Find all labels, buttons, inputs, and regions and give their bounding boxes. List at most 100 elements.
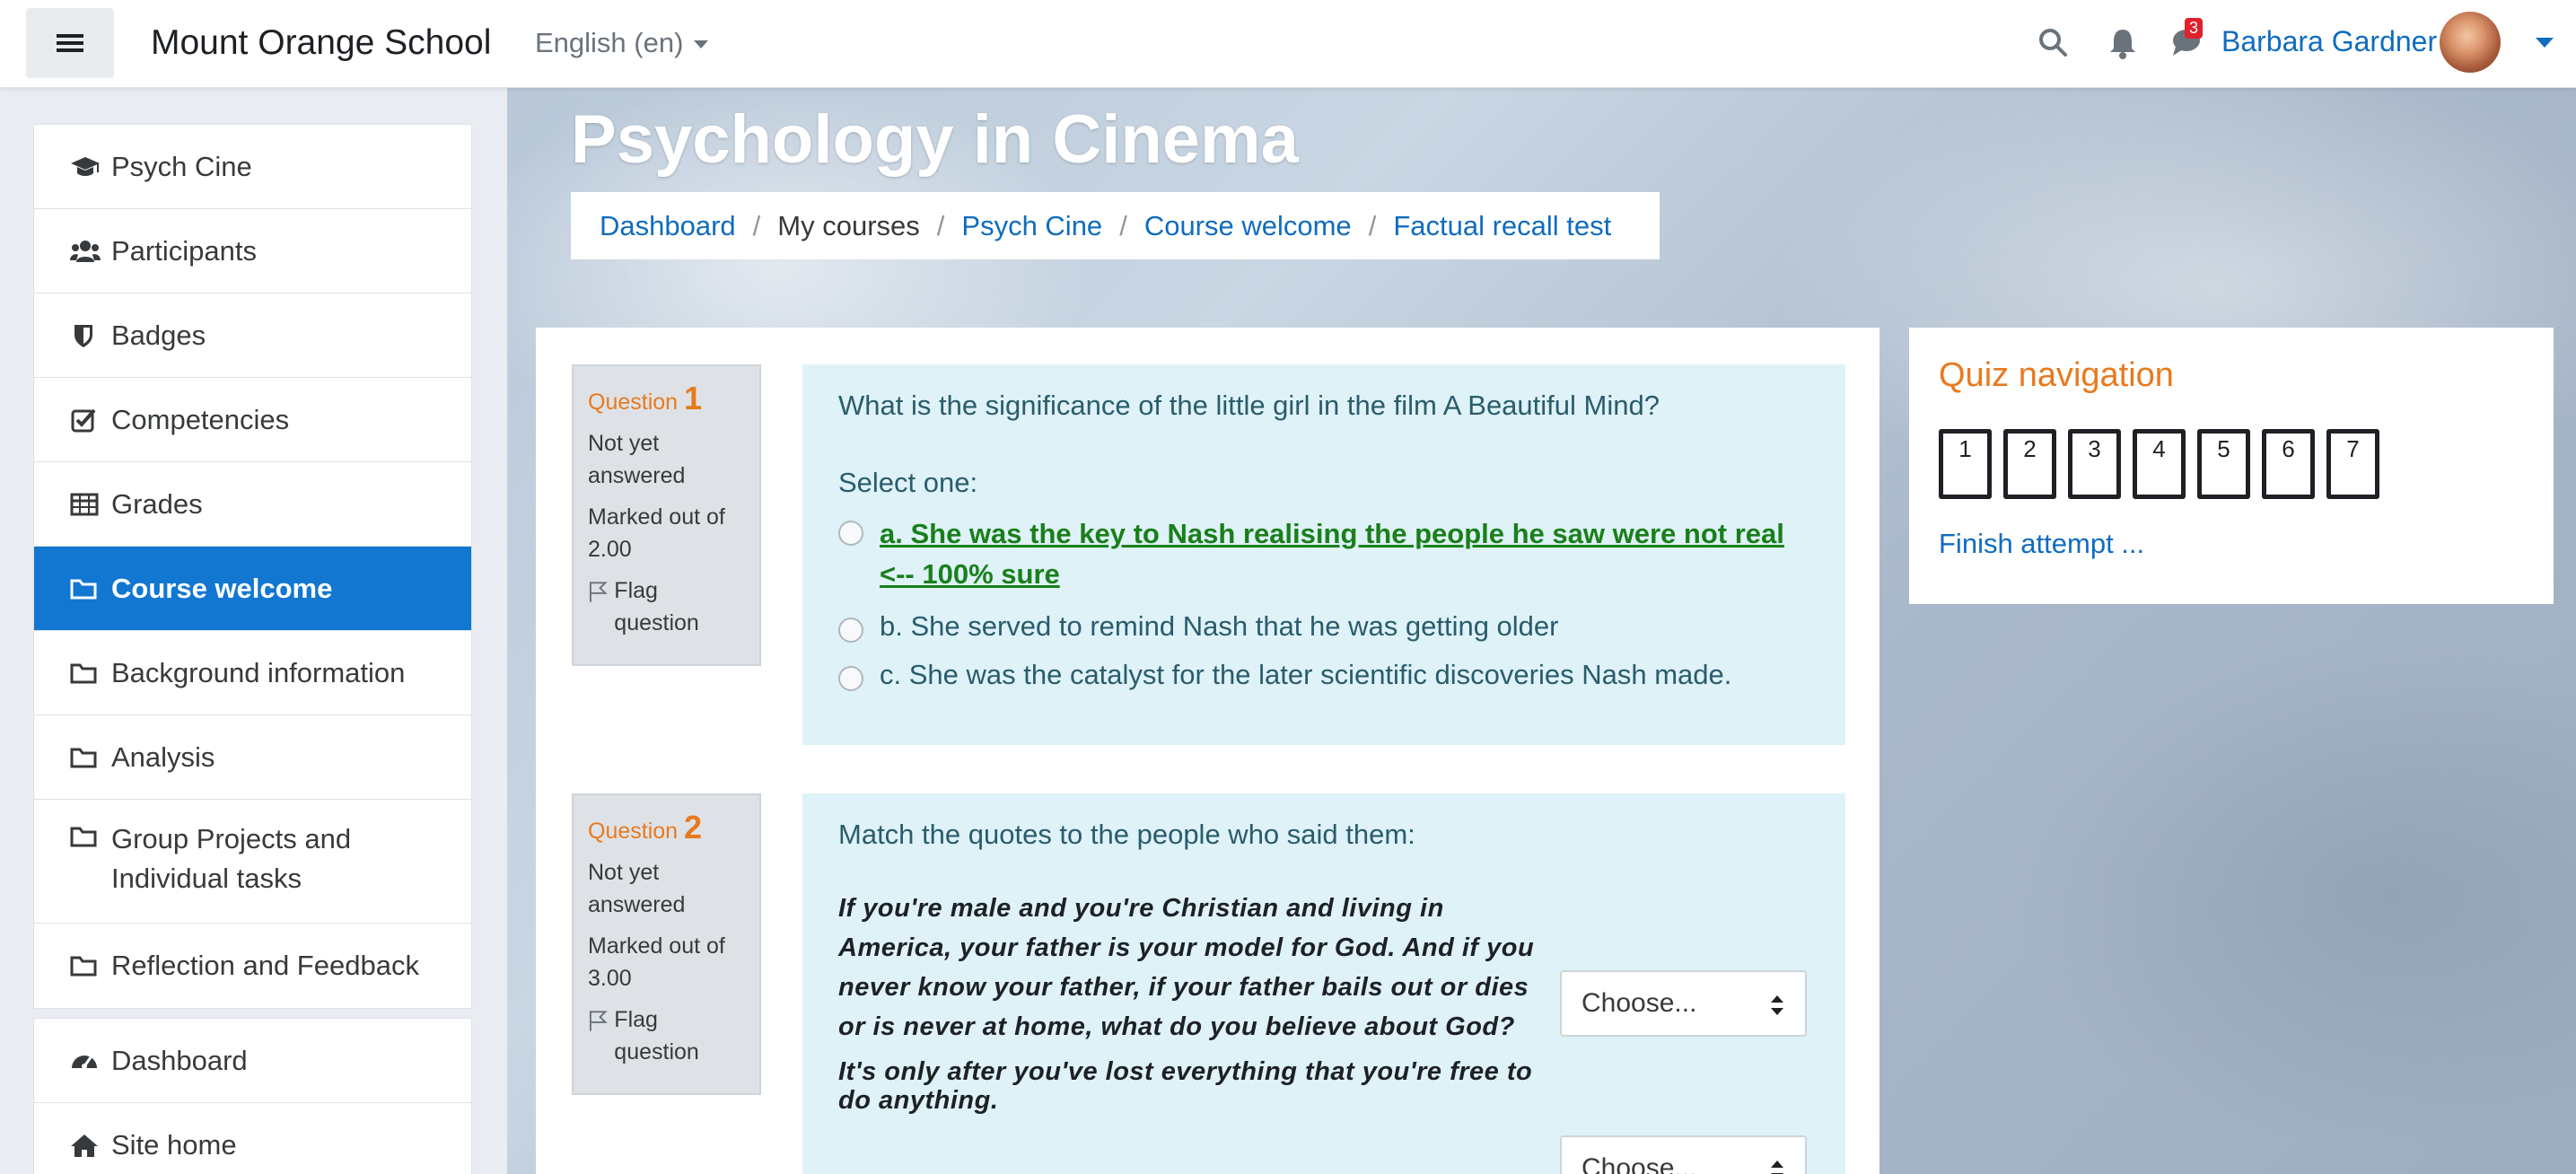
sidebar-item-label: Grades — [111, 487, 203, 520]
sidebar-item-group-projects[interactable]: Group Projects and Individual tasks — [34, 800, 471, 924]
breadcrumb-dashboard[interactable]: Dashboard — [600, 210, 736, 242]
sidebar-item-badges[interactable]: Badges — [34, 294, 471, 378]
radio-button[interactable] — [838, 618, 863, 643]
hamburger-menu-button[interactable] — [26, 8, 114, 78]
course-nav-group: Psych Cine Participants Badges Competenc… — [33, 124, 472, 1009]
radio-button[interactable] — [838, 521, 863, 546]
radio-button[interactable] — [838, 666, 863, 691]
sidebar-item-participants[interactable]: Participants — [34, 209, 471, 294]
sidebar-item-label: Site home — [111, 1129, 237, 1161]
breadcrumb-my-courses: My courses — [777, 209, 920, 241]
folder-icon — [70, 577, 111, 600]
avatar[interactable] — [2440, 12, 2501, 73]
sidebar-item-competencies[interactable]: Competencies — [34, 378, 471, 462]
user-menu-chevron-icon[interactable] — [2536, 38, 2554, 48]
sidebar-item-reflection-feedback[interactable]: Reflection and Feedback — [34, 924, 471, 1008]
quiz-nav-button-2[interactable]: 2 — [2003, 429, 2056, 499]
question-text: Match the quotes to the people who said … — [838, 819, 1415, 850]
folder-icon — [70, 954, 111, 977]
flag-icon — [589, 1011, 608, 1031]
user-name[interactable]: Barbara Gardner — [2221, 25, 2437, 58]
sidebar-item-label: Participants — [111, 234, 257, 267]
breadcrumb-separator: / — [752, 209, 761, 241]
select-one-prompt: Select one: — [838, 467, 978, 498]
hamburger-icon — [57, 34, 83, 52]
check-square-icon — [70, 407, 111, 434]
search-icon[interactable] — [2037, 27, 2068, 57]
answer-label: c. She was the catalyst for the later sc… — [880, 659, 1732, 690]
sidebar-item-site-home[interactable]: Site home — [34, 1103, 471, 1174]
site-nav-group: Dashboard Site home — [33, 1018, 472, 1174]
users-icon — [70, 239, 111, 264]
sidebar-item-label: Course welcome — [111, 572, 333, 604]
sidebar-item-label: Psych Cine — [111, 150, 252, 182]
breadcrumb-course-welcome[interactable]: Course welcome — [1144, 210, 1352, 242]
question-number: Question 2 — [588, 809, 703, 845]
answer-label: a. She was the key to Nash realising the… — [880, 518, 1784, 590]
sidebar-item-grades[interactable]: Grades — [34, 462, 471, 547]
sidebar-navigation: Psych Cine Participants Badges Competenc… — [33, 124, 472, 1174]
quote-2: It's only after you've lost everything t… — [838, 1057, 1533, 1115]
sidebar-item-label: Group Projects and Individual tasks — [111, 823, 352, 894]
sidebar-item-label: Background information — [111, 656, 406, 688]
chevron-down-icon — [694, 40, 709, 49]
finish-attempt-link[interactable]: Finish attempt ... — [1939, 528, 2144, 560]
sidebar-item-analysis[interactable]: Analysis — [34, 715, 471, 800]
breadcrumb-factual-recall-test[interactable]: Factual recall test — [1393, 210, 1611, 242]
answer-label: b. She served to remind Nash that he was… — [880, 610, 1559, 642]
table-icon — [70, 492, 111, 517]
folder-icon — [70, 746, 111, 769]
sidebar-item-label: Badges — [111, 319, 206, 351]
quiz-navigation-title: Quiz navigation — [1939, 356, 2174, 394]
folder-icon — [70, 825, 111, 848]
question-text: What is the significance of the little g… — [838, 390, 1660, 421]
breadcrumb-separator: / — [1119, 209, 1127, 241]
quiz-nav-button-6[interactable]: 6 — [2262, 429, 2315, 499]
sidebar-item-psych-cine[interactable]: Psych Cine — [34, 125, 471, 209]
breadcrumb-separator: / — [1368, 209, 1377, 241]
flag-icon — [589, 582, 608, 602]
home-icon — [70, 1133, 111, 1158]
flag-question-link[interactable]: Flag question — [588, 1003, 745, 1068]
page-title: Psychology in Cinema — [571, 101, 1299, 178]
question-number: Question 1 — [588, 380, 703, 416]
flag-question-link[interactable]: Flag question — [588, 574, 745, 639]
quiz-nav-button-7[interactable]: 7 — [2326, 429, 2379, 499]
quiz-navigation-block: Quiz navigation 1 2 3 4 5 6 7 Finish att… — [1909, 328, 2554, 604]
quiz-main-region: Question 1 Not yet answered Marked out o… — [536, 328, 1879, 1174]
shield-icon — [70, 322, 111, 349]
answer-option-a[interactable]: a. She was the key to Nash realising the… — [838, 513, 1809, 594]
sidebar-item-label: Analysis — [111, 740, 215, 773]
breadcrumb: Dashboard / My courses / Psych Cine / Co… — [571, 192, 1660, 259]
language-menu[interactable]: English (en) — [535, 27, 709, 59]
message-count-badge: 3 — [2185, 18, 2204, 39]
question-2-info: Question 2 Not yet answered Marked out o… — [572, 793, 761, 1095]
match-select-2[interactable]: Choose... — [1560, 1135, 1807, 1174]
site-name[interactable]: Mount Orange School — [151, 23, 491, 63]
quiz-nav-button-5[interactable]: 5 — [2197, 429, 2250, 499]
dashboard-icon — [70, 1048, 111, 1073]
select-arrows-icon — [1771, 995, 1783, 1015]
breadcrumb-separator: / — [936, 209, 945, 241]
question-status: Not yet answered — [588, 860, 686, 917]
quiz-nav-button-3[interactable]: 3 — [2068, 429, 2121, 499]
graduation-cap-icon — [70, 154, 111, 180]
breadcrumb-psych-cine[interactable]: Psych Cine — [961, 210, 1102, 242]
sidebar-item-dashboard[interactable]: Dashboard — [34, 1019, 471, 1103]
question-1-content: What is the significance of the little g… — [802, 364, 1845, 745]
folder-icon — [70, 661, 111, 685]
question-marks: Marked out of 2.00 — [588, 504, 725, 562]
quiz-nav-button-4[interactable]: 4 — [2133, 429, 2186, 499]
answer-option-c[interactable]: c. She was the catalyst for the later sc… — [838, 659, 1809, 691]
sidebar-item-label: Dashboard — [111, 1044, 248, 1076]
language-label: English (en) — [535, 27, 684, 58]
sidebar-item-background-information[interactable]: Background information — [34, 631, 471, 715]
sidebar-item-label: Competencies — [111, 403, 290, 435]
answer-option-b[interactable]: b. She served to remind Nash that he was… — [838, 610, 1809, 643]
question-1-info: Question 1 Not yet answered Marked out o… — [572, 364, 761, 666]
sidebar-item-course-welcome[interactable]: Course welcome — [34, 547, 471, 631]
quiz-nav-button-1[interactable]: 1 — [1939, 429, 1992, 499]
sidebar-item-label: Reflection and Feedback — [111, 950, 419, 981]
bell-icon[interactable] — [2107, 27, 2138, 59]
match-select-1[interactable]: Choose... — [1560, 970, 1807, 1037]
